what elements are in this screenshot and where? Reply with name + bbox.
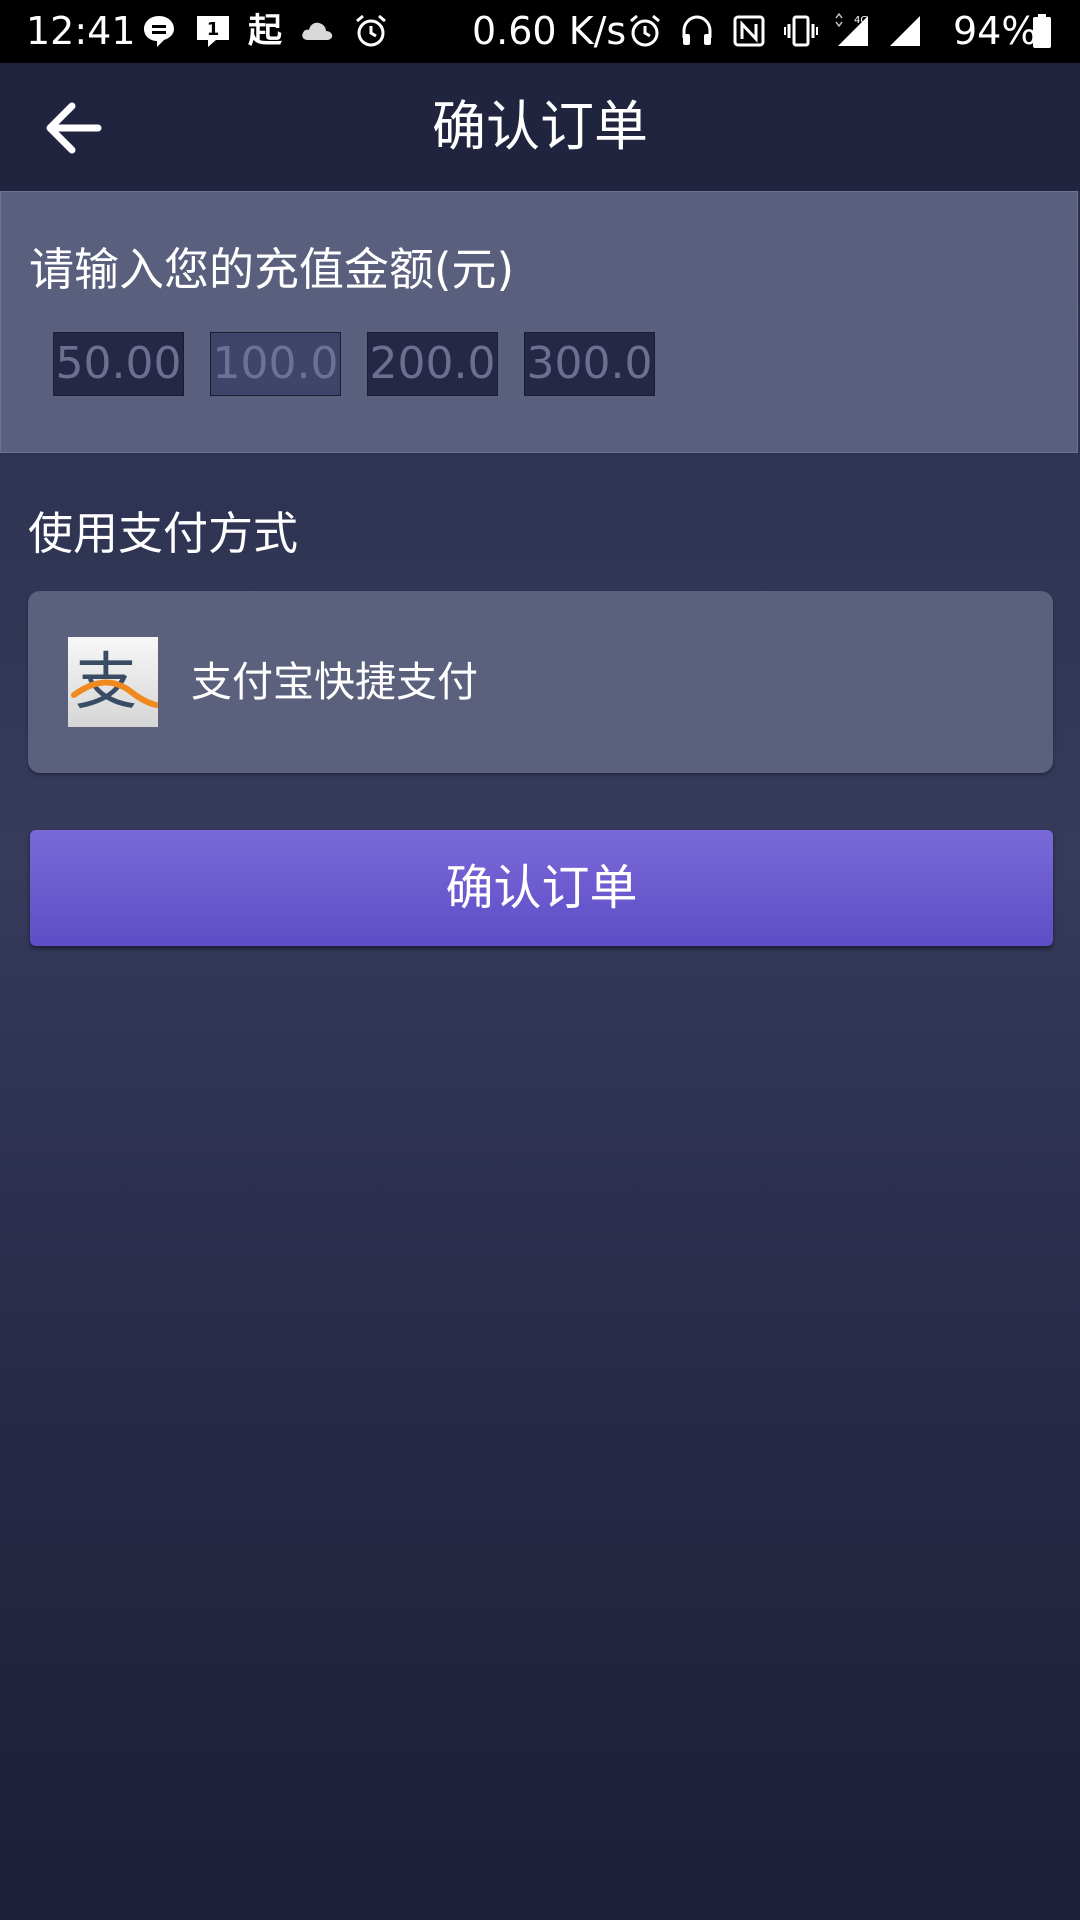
page-title: 确认订单 [432, 95, 648, 158]
app-bar: 确认订单 [0, 63, 1080, 191]
message-icon [144, 16, 174, 47]
recharge-amount-label: 请输入您的充值金额(元) [29, 243, 515, 296]
recharge-amount-panel: 请输入您的充值金额(元) 50.00 100.0 200.0 300.0 [0, 191, 1078, 453]
back-button[interactable] [38, 93, 108, 163]
arrow-left-icon [46, 102, 102, 154]
cloud-icon [302, 22, 333, 40]
payment-method-label: 使用支付方式 [28, 507, 299, 560]
amount-option-300[interactable]: 300.0 [524, 332, 655, 396]
alarm-icon [356, 14, 386, 47]
confirm-order-button[interactable]: 确认订单 [30, 830, 1053, 946]
nfc-icon [733, 15, 765, 47]
notification-1-icon: 1 [197, 16, 229, 47]
headphones-icon [682, 15, 712, 45]
wifi-signal-icon [890, 16, 920, 46]
qi-app-icon: 起 [248, 11, 282, 51]
notif-count: 1 [207, 19, 220, 40]
status-notification-icons: 1 起 [140, 12, 390, 50]
alarm-icon [630, 14, 660, 47]
battery-percent: 94% [953, 9, 1038, 53]
network-speed: 0.60 K/s [472, 9, 627, 53]
status-time: 12:41 [26, 9, 136, 53]
payment-method-name: 支付宝快捷支付 [191, 658, 478, 706]
network-type: 4G [854, 15, 868, 26]
alipay-icon: 支 [68, 637, 158, 727]
amount-options: 50.00 100.0 200.0 300.0 [53, 332, 655, 396]
battery-icon [1033, 14, 1051, 48]
vibrate-icon [784, 15, 818, 47]
signal-icon: 4G [835, 12, 868, 46]
status-bar: 12:41 1 起 0.60 K/s 4G 94% [0, 0, 1080, 63]
status-system-icons: 4G [626, 12, 924, 50]
amount-option-50[interactable]: 50.00 [53, 332, 184, 396]
amount-option-200[interactable]: 200.0 [367, 332, 498, 396]
alipay-payment-option[interactable]: 支 支付宝快捷支付 [28, 591, 1053, 773]
amount-option-100[interactable]: 100.0 [210, 332, 341, 396]
